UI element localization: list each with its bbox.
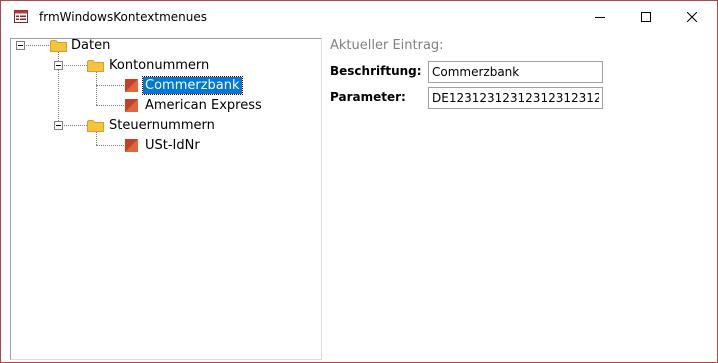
item-icon bbox=[125, 79, 138, 92]
current-entry-heading: Aktueller Eintrag: bbox=[330, 38, 444, 53]
item-icon bbox=[125, 99, 138, 112]
tree-content: Daten Kontonummern Commerzbank American … bbox=[11, 37, 321, 359]
close-icon bbox=[687, 12, 697, 22]
tree-node-daten[interactable]: Daten bbox=[69, 37, 112, 54]
tree-connector bbox=[64, 65, 87, 66]
title-bar[interactable]: frmWindowsKontextmenues bbox=[1, 1, 717, 33]
app-window: frmWindowsKontextmenues Daten Kontonumme… bbox=[0, 0, 718, 363]
tree-node-commerzbank[interactable]: Commerzbank bbox=[142, 76, 243, 95]
parameter-label: Parameter: bbox=[330, 90, 406, 104]
tree-connector bbox=[96, 145, 124, 146]
tree-connector bbox=[96, 105, 124, 106]
collapse-toggle-kontonummern[interactable] bbox=[54, 61, 63, 70]
tree-view[interactable]: Daten Kontonummern Commerzbank American … bbox=[10, 38, 322, 360]
close-button[interactable] bbox=[669, 1, 715, 33]
tree-connector bbox=[64, 125, 87, 126]
tree-connector bbox=[26, 45, 49, 46]
window-title: frmWindowsKontextmenues bbox=[39, 10, 208, 24]
minimize-icon bbox=[595, 17, 605, 18]
folder-icon bbox=[50, 40, 67, 52]
folder-icon bbox=[87, 120, 104, 132]
tree-node-ust-idnr[interactable]: USt-IdNr bbox=[143, 137, 202, 154]
tree-connector bbox=[96, 132, 97, 145]
tree-node-steuernummern[interactable]: Steuernummern bbox=[107, 117, 217, 134]
form-icon bbox=[14, 10, 28, 23]
caption-label: Beschriftung: bbox=[330, 64, 422, 78]
minimize-button[interactable] bbox=[577, 1, 623, 33]
folder-icon bbox=[87, 60, 104, 72]
tree-connector bbox=[96, 85, 124, 86]
parameter-field[interactable] bbox=[428, 87, 603, 109]
maximize-button[interactable] bbox=[623, 1, 669, 33]
tree-connector bbox=[96, 72, 97, 105]
collapse-toggle-daten[interactable] bbox=[16, 41, 25, 50]
collapse-toggle-steuernummern[interactable] bbox=[54, 121, 63, 130]
item-icon bbox=[125, 139, 138, 152]
maximize-icon bbox=[641, 12, 651, 22]
caption-field[interactable] bbox=[428, 61, 603, 83]
tree-node-american-express[interactable]: American Express bbox=[143, 97, 264, 114]
tree-node-kontonummern[interactable]: Kontonummern bbox=[107, 57, 211, 74]
